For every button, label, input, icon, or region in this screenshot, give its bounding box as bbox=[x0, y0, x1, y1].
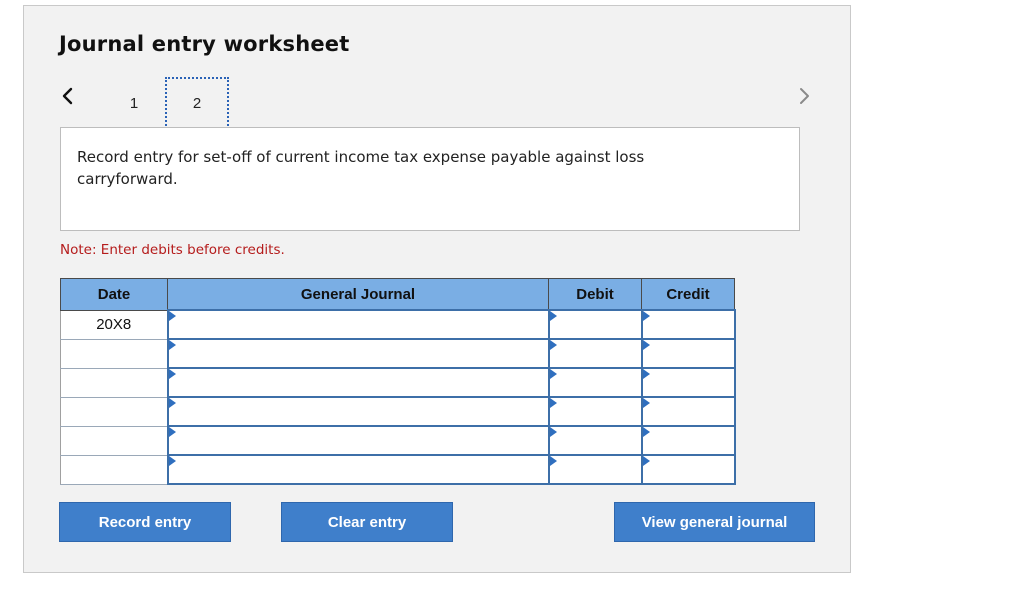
date-cell bbox=[60, 367, 168, 398]
account-cell bbox=[166, 338, 550, 369]
credit-input[interactable] bbox=[642, 311, 734, 338]
account-cell bbox=[166, 367, 550, 398]
debit-cell bbox=[547, 396, 643, 427]
account-cell bbox=[166, 425, 550, 456]
credit-cell bbox=[640, 309, 736, 340]
account-input[interactable] bbox=[168, 398, 548, 425]
table-row bbox=[60, 425, 736, 456]
table-row: 20X8 bbox=[60, 309, 736, 340]
account-input[interactable] bbox=[168, 311, 548, 338]
table-row bbox=[60, 454, 736, 485]
debit-input[interactable] bbox=[549, 340, 641, 367]
instruction-text: Record entry for set-off of current inco… bbox=[77, 148, 645, 188]
credit-header: Credit bbox=[641, 278, 735, 311]
debit-input[interactable] bbox=[549, 311, 641, 338]
credit-cell bbox=[640, 425, 736, 456]
credit-cell bbox=[640, 367, 736, 398]
debit-input[interactable] bbox=[549, 369, 641, 396]
credit-input[interactable] bbox=[642, 456, 734, 483]
account-input[interactable] bbox=[168, 427, 548, 454]
worksheet-title: Journal entry worksheet bbox=[59, 32, 350, 56]
date-cell bbox=[60, 454, 168, 485]
date-header: Date bbox=[60, 278, 168, 311]
credit-input[interactable] bbox=[642, 340, 734, 367]
debit-cell bbox=[547, 454, 643, 485]
date-cell bbox=[60, 425, 168, 456]
chevron-right-icon[interactable] bbox=[792, 82, 816, 110]
credit-cell bbox=[640, 454, 736, 485]
debit-cell bbox=[547, 367, 643, 398]
view-general-journal-button[interactable]: View general journal bbox=[614, 502, 815, 542]
debit-cell bbox=[547, 309, 643, 340]
credit-input[interactable] bbox=[642, 398, 734, 425]
account-cell bbox=[166, 309, 550, 340]
account-cell bbox=[166, 454, 550, 485]
journal-header-row: Date General Journal Debit Credit bbox=[60, 278, 735, 311]
account-input[interactable] bbox=[168, 456, 548, 483]
general-journal-header: General Journal bbox=[167, 278, 549, 311]
debit-input[interactable] bbox=[549, 456, 641, 483]
instruction-box: Record entry for set-off of current inco… bbox=[60, 127, 800, 231]
date-cell bbox=[60, 396, 168, 427]
debit-cell bbox=[547, 338, 643, 369]
worksheet-panel: Journal entry worksheet 1 2 Record entry… bbox=[23, 5, 851, 573]
date-cell bbox=[60, 338, 168, 369]
chevron-left-icon[interactable] bbox=[56, 82, 80, 110]
credit-cell bbox=[640, 396, 736, 427]
table-row bbox=[60, 367, 736, 398]
debit-input[interactable] bbox=[549, 398, 641, 425]
clear-entry-button[interactable]: Clear entry bbox=[281, 502, 453, 542]
journal-table: Date General Journal Debit Credit 20X8 bbox=[60, 278, 736, 485]
credit-cell bbox=[640, 338, 736, 369]
account-input[interactable] bbox=[168, 340, 548, 367]
table-row bbox=[60, 396, 736, 427]
debit-cell bbox=[547, 425, 643, 456]
step-2-label: 2 bbox=[192, 94, 202, 112]
account-cell bbox=[166, 396, 550, 427]
date-cell: 20X8 bbox=[60, 309, 168, 340]
step-2-tab[interactable]: 2 bbox=[165, 77, 229, 129]
debit-header: Debit bbox=[548, 278, 642, 311]
step-1-label: 1 bbox=[129, 94, 139, 112]
credit-input[interactable] bbox=[642, 427, 734, 454]
note-text: Note: Enter debits before credits. bbox=[60, 242, 285, 258]
credit-input[interactable] bbox=[642, 369, 734, 396]
table-row bbox=[60, 338, 736, 369]
debit-input[interactable] bbox=[549, 427, 641, 454]
record-entry-button[interactable]: Record entry bbox=[59, 502, 231, 542]
account-input[interactable] bbox=[168, 369, 548, 396]
step-1-tab[interactable]: 1 bbox=[102, 77, 166, 129]
